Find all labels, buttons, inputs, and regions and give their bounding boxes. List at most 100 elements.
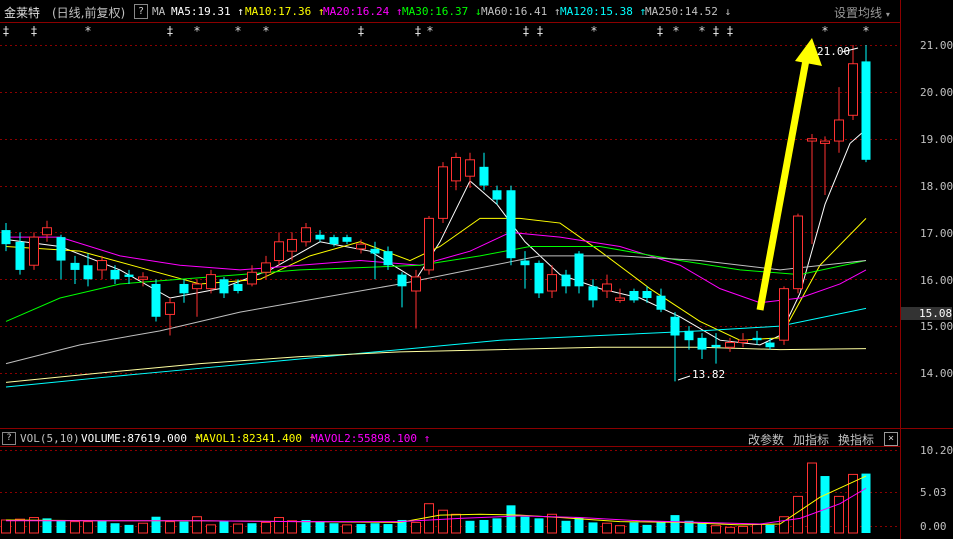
volume-bar-up [738, 525, 748, 534]
candle-body [520, 260, 530, 266]
volume-bar-down [820, 476, 830, 533]
moving-average-lines [5, 128, 867, 388]
candle-body [261, 262, 271, 273]
down-candle [124, 269, 134, 284]
volume-bar-down [151, 516, 161, 533]
volume-bar-down [179, 521, 189, 533]
event-markers: ‡ ‡ * ‡ * * * ‡ ‡ * ‡ ‡ * ‡ * * ‡ ‡ * * [2, 24, 869, 38]
candle-body [370, 248, 380, 254]
switch-indicator-button[interactable]: 换指标 [838, 431, 874, 448]
up-candle [301, 223, 311, 247]
up-candle [97, 255, 107, 280]
candle-body [861, 61, 871, 160]
volume-bar-down [315, 521, 325, 533]
down-candle [520, 251, 530, 289]
volume-indicator-name: VOL(5,10) [20, 432, 80, 445]
volume-bar-down [56, 519, 66, 533]
candle-body [465, 159, 475, 177]
up-candle [779, 286, 789, 345]
candle-body [56, 237, 66, 261]
down-candle [588, 279, 598, 308]
candle-body [615, 297, 625, 301]
candle-body [274, 241, 284, 262]
event-marker: ‡ [522, 24, 529, 38]
up-candle [29, 232, 39, 270]
event-marker: * [672, 24, 679, 38]
price-tick: 15.00 [920, 320, 953, 333]
volume-bar-down [588, 522, 598, 533]
down-candle [684, 326, 694, 350]
up-candle [192, 279, 202, 317]
down-candle [219, 276, 229, 299]
down-candle [506, 185, 516, 266]
candle-body [602, 283, 612, 292]
volume-bar-up [83, 521, 93, 534]
edit-params-button[interactable]: 改参数 [748, 431, 784, 448]
volume-ma-lines [5, 475, 867, 526]
candlesticks [1, 45, 871, 382]
candle-body [834, 119, 844, 142]
volume-bar-up [287, 520, 297, 534]
down-candle [534, 260, 544, 299]
ma5-line [5, 128, 867, 346]
volume-bar-down [492, 518, 502, 533]
volume-bar-up [602, 522, 612, 534]
candle-body [642, 291, 652, 299]
event-marker: ‡ [414, 24, 421, 38]
help-icon[interactable]: ? [2, 432, 16, 445]
candle-body [83, 265, 93, 280]
volume-bar-down [329, 523, 339, 533]
candle-body [697, 337, 707, 350]
ma250-line [5, 346, 867, 383]
down-candle [397, 272, 407, 308]
candle-body [233, 283, 243, 291]
event-marker: ‡ [536, 24, 543, 38]
candle-body [29, 236, 39, 266]
candle-body [588, 286, 598, 301]
candle-body [534, 262, 544, 294]
price-tick: 14.00 [920, 367, 953, 380]
add-indicator-button[interactable]: 加指标 [793, 431, 829, 448]
candle-body [779, 288, 789, 341]
down-candle [315, 230, 325, 242]
close-icon[interactable]: × [884, 432, 898, 446]
candle-body [411, 276, 421, 292]
volume-bar-up [138, 522, 148, 534]
volume-bar-up [261, 521, 271, 534]
current-price-box: 15.08 [901, 307, 952, 320]
volume-bar-down [219, 520, 229, 533]
candle-body [656, 295, 666, 310]
candle-body [192, 283, 202, 290]
mavol1-value: MAVOL1:82341.400 ↑ [196, 432, 316, 445]
volume-tick: 0.00 [920, 520, 947, 533]
volume-bar-up [752, 523, 762, 534]
volume-bar-up [711, 525, 721, 534]
price-tick: 16.00 [920, 274, 953, 287]
event-marker: ‡ [726, 24, 733, 38]
candle-body [219, 279, 229, 294]
candle-body [1, 230, 11, 245]
candle-body [342, 237, 352, 242]
volume-bar-down [506, 505, 516, 533]
volume-bar-down [383, 524, 393, 533]
down-candle [629, 288, 639, 303]
up-candle [274, 232, 284, 266]
up-candle [411, 269, 421, 329]
candle-body [110, 269, 120, 280]
volume-bar-down [534, 518, 544, 533]
candle-body [97, 260, 107, 271]
up-candle [834, 87, 844, 153]
volume-bar-down [670, 515, 680, 533]
volume-bar-up [342, 524, 352, 534]
up-candle [465, 152, 475, 188]
volume-bar-down [656, 522, 666, 533]
down-candle [711, 333, 721, 364]
volume-value: VOLUME:87619.000 ↑ [81, 432, 201, 445]
up-candle [738, 333, 748, 348]
candle-body [574, 253, 584, 287]
volume-bar-down [247, 523, 257, 533]
volume-bar-down [356, 524, 366, 533]
down-candle [697, 333, 707, 359]
candle-body [151, 283, 161, 317]
candle-body [438, 166, 448, 219]
